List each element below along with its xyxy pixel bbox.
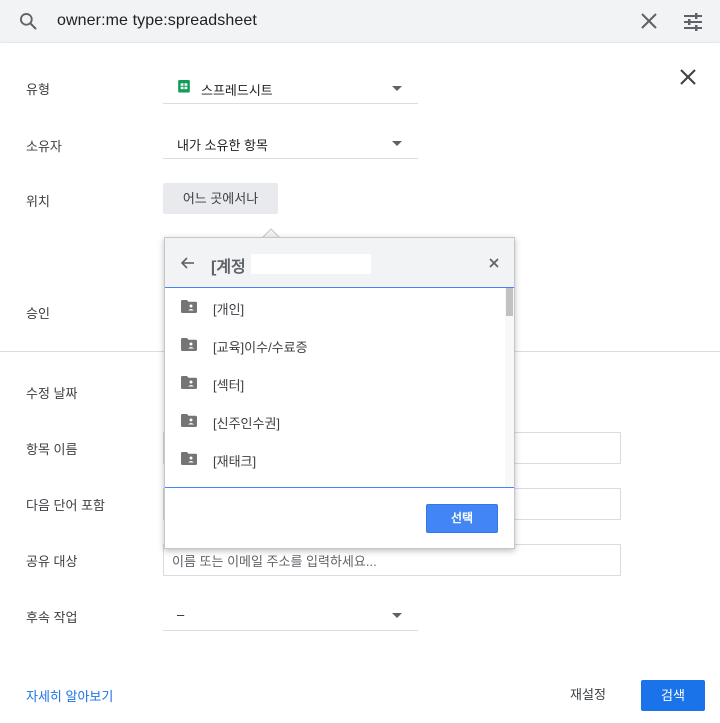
type-dropdown[interactable]: 스프레드시트 — [163, 74, 418, 104]
search-button[interactable]: 검색 — [641, 680, 705, 711]
dropdown-arrow-icon — [392, 141, 402, 146]
shared-with-label: 공유 대상 — [26, 554, 78, 569]
approval-label: 승인 — [26, 306, 50, 321]
close-icon[interactable] — [489, 258, 499, 268]
folder-item[interactable]: [개인] — [165, 288, 505, 326]
folder-label: [신주인수권] — [213, 416, 281, 431]
shared-folder-icon — [181, 338, 197, 351]
folder-label: [재태크] — [213, 454, 257, 469]
location-button[interactable]: 어느 곳에서나 — [163, 183, 278, 214]
dropdown-arrow-icon — [392, 613, 402, 618]
location-label: 위치 — [26, 194, 50, 209]
follow-up-label: 후속 작업 — [26, 610, 78, 625]
folder-item[interactable]: [재태크] — [165, 440, 505, 478]
shared-folder-icon — [181, 300, 197, 313]
redacted-account-name — [251, 254, 371, 274]
folder-item[interactable]: [섹터] — [165, 364, 505, 402]
spreadsheet-icon — [178, 80, 190, 93]
dropdown-arrow-icon — [392, 86, 402, 91]
has-words-label: 다음 단어 포함 — [26, 498, 105, 513]
select-button[interactable]: 선택 — [426, 504, 498, 533]
folder-label: [개인] — [213, 302, 245, 317]
scrollbar-thumb[interactable] — [506, 288, 513, 316]
shared-with-input[interactable] — [172, 551, 612, 571]
shared-folder-icon — [181, 414, 197, 427]
modified-date-label: 수정 날짜 — [26, 386, 78, 401]
reset-button[interactable]: 재설정 — [553, 680, 623, 710]
folder-label: [섹터] — [213, 378, 245, 393]
folder-picker-header: [계정 — [165, 238, 514, 288]
folder-picker-dialog: [계정 [개인] [교육]이수/수료증 [섹터] [신주인수권] [재태크] 선… — [164, 237, 515, 549]
folder-item[interactable]: [교육]이수/수료증 — [165, 326, 505, 364]
close-icon[interactable] — [680, 69, 696, 85]
folder-list-scrollbar[interactable] — [505, 288, 514, 487]
owner-label: 소유자 — [26, 139, 62, 154]
back-arrow-icon[interactable] — [181, 256, 195, 270]
search-icon[interactable] — [18, 11, 38, 31]
type-value: 스프레드시트 — [201, 83, 273, 98]
shared-folder-icon — [181, 376, 197, 389]
follow-up-value: – — [177, 607, 185, 622]
follow-up-dropdown[interactable]: – — [163, 601, 418, 631]
owner-value: 내가 소유한 항목 — [177, 138, 268, 153]
search-options-icon[interactable] — [683, 12, 703, 32]
folder-label: [교육]이수/수료증 — [213, 340, 308, 355]
search-query[interactable]: owner:me type:spreadsheet — [57, 12, 257, 30]
folder-list: [개인] [교육]이수/수료증 [섹터] [신주인수권] [재태크] — [165, 288, 514, 488]
search-bar: owner:me type:spreadsheet — [0, 0, 720, 43]
learn-more-link[interactable]: 자세히 알아보기 — [26, 686, 113, 705]
folder-item[interactable]: [신주인수권] — [165, 402, 505, 440]
shared-folder-icon — [181, 452, 197, 465]
folder-picker-title: [계정 — [211, 259, 246, 276]
item-name-label: 항목 이름 — [26, 442, 78, 457]
clear-search-icon[interactable] — [640, 12, 658, 30]
type-label: 유형 — [26, 82, 50, 97]
owner-dropdown[interactable]: 내가 소유한 항목 — [163, 129, 418, 159]
